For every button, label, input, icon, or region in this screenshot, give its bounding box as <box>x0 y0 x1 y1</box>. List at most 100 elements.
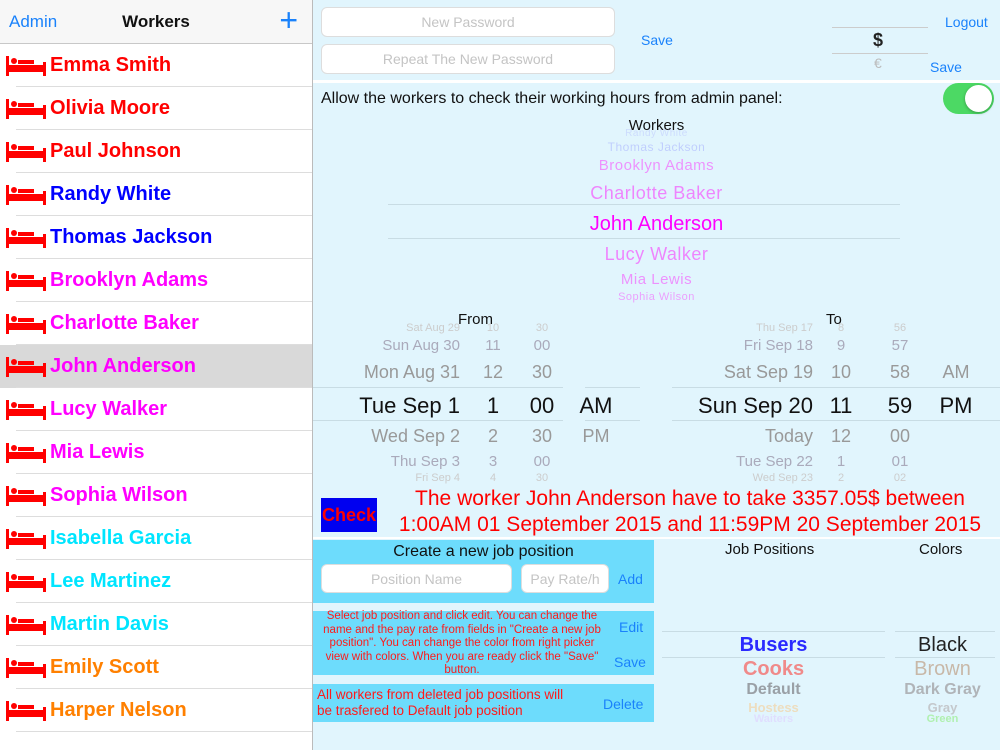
minute-item[interactable]: 00 <box>883 426 917 447</box>
worker-row[interactable]: Lucy Walker <box>0 388 312 431</box>
worker-picker-item[interactable]: Lucy Walker <box>313 244 1000 265</box>
date-item[interactable]: Today <box>660 426 813 447</box>
colors-picker[interactable]: Black Brown Dark Gray Gray Green <box>885 630 1000 725</box>
position-name-input[interactable]: Position Name <box>321 564 512 593</box>
hour-item[interactable]: 10 <box>478 322 508 334</box>
date-item[interactable]: Sat Sep 19 <box>660 362 813 383</box>
worker-row[interactable]: Sophia Wilson <box>0 474 312 517</box>
hour-item[interactable]: 3 <box>478 453 508 470</box>
hour-item[interactable]: 1 <box>478 393 508 419</box>
minute-item[interactable]: 59 <box>883 393 917 419</box>
date-item[interactable]: Fri Sep 18 <box>660 337 813 354</box>
save-job-button[interactable]: Save <box>614 654 646 670</box>
from-date-picker[interactable]: Sat Aug 29 10 30 Sun Aug 30 11 00 Mon Aug 31 12… <box>313 320 643 485</box>
hour-item[interactable]: 9 <box>826 337 856 354</box>
new-password-input[interactable]: New Password <box>321 7 615 37</box>
worker-picker-item[interactable]: Thomas Jackson <box>313 140 1000 154</box>
hour-item[interactable]: 10 <box>826 362 856 383</box>
bed-icon <box>6 570 46 594</box>
date-item[interactable]: Wed Sep 2 <box>313 426 460 447</box>
worker-row[interactable]: Randy White <box>0 173 312 216</box>
hour-item[interactable]: 1 <box>826 453 856 470</box>
minute-item[interactable]: 57 <box>883 337 917 354</box>
minute-item[interactable]: 30 <box>525 472 559 484</box>
currency-dollar[interactable]: $ <box>873 30 883 51</box>
worker-row[interactable]: Brooklyn Adams <box>0 259 312 302</box>
worker-row[interactable]: Emma Smith <box>0 44 312 87</box>
color-item[interactable]: Green <box>885 713 1000 725</box>
minute-item[interactable]: 00 <box>525 393 559 419</box>
minute-item[interactable]: 58 <box>883 362 917 383</box>
edit-job-button[interactable]: Edit <box>619 619 643 635</box>
date-item[interactable]: Mon Aug 31 <box>313 362 460 383</box>
delete-job-button[interactable]: Delete <box>603 696 643 712</box>
save-currency-button[interactable]: Save <box>930 59 962 75</box>
date-item[interactable]: Sat Aug 29 <box>313 322 460 334</box>
minute-item[interactable]: 00 <box>525 337 559 354</box>
worker-row[interactable]: Charlotte Baker <box>0 302 312 345</box>
add-worker-button[interactable]: + <box>279 4 298 36</box>
date-item[interactable]: Sun Aug 30 <box>313 337 460 354</box>
job-position-item[interactable]: Default <box>662 681 885 699</box>
minute-item[interactable]: 30 <box>525 322 559 334</box>
worker-picker-item[interactable]: Mia Lewis <box>313 271 1000 288</box>
worker-row[interactable]: John Anderson <box>0 345 312 388</box>
worker-row[interactable]: Thomas Jackson <box>0 216 312 259</box>
ampm-item[interactable]: PM <box>576 426 616 447</box>
hour-item[interactable]: 12 <box>478 362 508 383</box>
color-item[interactable]: Dark Gray <box>885 681 1000 699</box>
pay-rate-input[interactable]: Pay Rate/h <box>521 564 609 593</box>
minute-item[interactable]: 01 <box>883 453 917 470</box>
worker-picker-item[interactable]: Brooklyn Adams <box>313 157 1000 174</box>
color-item[interactable]: Brown <box>885 658 1000 681</box>
worker-row[interactable]: Isabella Garcia <box>0 517 312 560</box>
currency-euro[interactable]: € <box>874 55 882 71</box>
date-item[interactable]: Fri Sep 4 <box>313 472 460 484</box>
minute-item[interactable]: 02 <box>883 472 917 484</box>
date-item[interactable]: Tue Sep 22 <box>660 453 813 470</box>
ampm-item[interactable]: AM <box>576 393 616 419</box>
job-position-item[interactable]: Waiters <box>662 713 885 725</box>
worker-row[interactable]: Mia Lewis <box>0 431 312 474</box>
date-item[interactable]: Thu Sep 3 <box>313 453 460 470</box>
worker-row[interactable]: Martin Davis <box>0 603 312 646</box>
to-date-picker[interactable]: Thu Sep 17 8 56 Fri Sep 18 9 57 Sat Sep 19 10 58… <box>660 320 1000 485</box>
date-item[interactable]: Sun Sep 20 <box>660 393 813 419</box>
check-button[interactable]: Check <box>321 498 377 532</box>
minute-item[interactable]: 30 <box>525 362 559 383</box>
hour-item[interactable]: 2 <box>826 472 856 484</box>
hour-item[interactable]: 8 <box>826 322 856 334</box>
hour-item[interactable]: 12 <box>826 426 856 447</box>
allow-toggle[interactable] <box>943 83 994 114</box>
ampm-item[interactable]: PM <box>936 393 976 419</box>
worker-row[interactable]: Lee Martinez <box>0 560 312 603</box>
worker-picker-item[interactable]: Sophia Wilson <box>313 291 1000 303</box>
logout-button[interactable]: Logout <box>945 14 988 30</box>
date-item[interactable]: Thu Sep 17 <box>660 322 813 334</box>
worker-row[interactable]: Olivia Moore <box>0 87 312 130</box>
date-item[interactable]: Tue Sep 1 <box>313 393 460 419</box>
minute-item[interactable]: 00 <box>525 453 559 470</box>
worker-picker-item[interactable]: John Anderson <box>313 213 1000 236</box>
hour-item[interactable]: 11 <box>826 393 856 419</box>
minute-item[interactable]: 56 <box>883 322 917 334</box>
hour-item[interactable]: 4 <box>478 472 508 484</box>
worker-picker-item[interactable]: Charlotte Baker <box>313 183 1000 204</box>
job-position-item[interactable]: Busers <box>662 634 885 657</box>
color-item[interactable]: Black <box>885 634 1000 657</box>
add-job-button[interactable]: Add <box>618 571 643 587</box>
worker-picker-item[interactable]: Randy White <box>313 128 1000 139</box>
worker-row[interactable]: Emily Scott <box>0 646 312 689</box>
worker-picker[interactable]: Randy White Thomas Jackson Brooklyn Adams C… <box>313 128 1000 305</box>
job-position-item[interactable]: Cooks <box>662 658 885 681</box>
repeat-password-input[interactable]: Repeat The New Password <box>321 44 615 74</box>
hour-item[interactable]: 2 <box>478 426 508 447</box>
worker-row[interactable]: Harper Nelson <box>0 689 312 732</box>
worker-row[interactable]: Paul Johnson <box>0 130 312 173</box>
ampm-item[interactable]: AM <box>936 362 976 383</box>
job-positions-picker[interactable]: Busers Cooks Default Hostess Waiters <box>662 630 885 725</box>
hour-item[interactable]: 11 <box>478 337 508 354</box>
minute-item[interactable]: 30 <box>525 426 559 447</box>
save-password-button[interactable]: Save <box>641 32 673 48</box>
date-item[interactable]: Wed Sep 23 <box>660 472 813 484</box>
